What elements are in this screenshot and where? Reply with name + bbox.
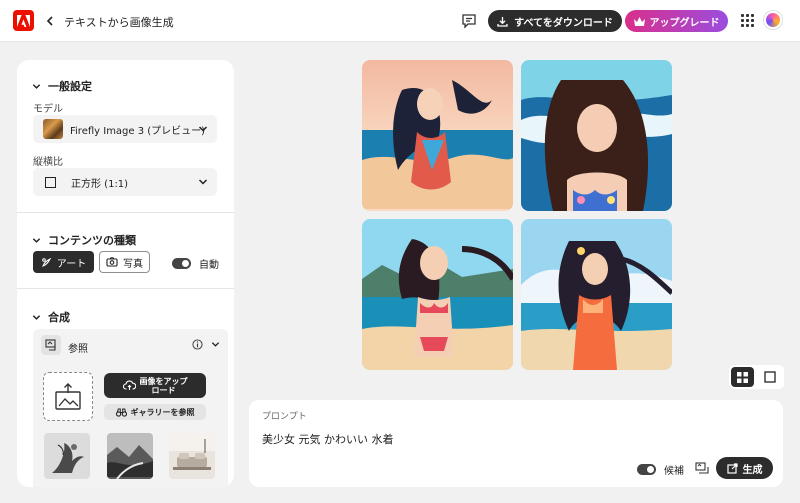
generate-icon — [726, 462, 738, 474]
upgrade-label: アップグレード — [649, 17, 720, 29]
candidates-toggle[interactable] — [637, 464, 656, 475]
auto-toggle[interactable] — [172, 258, 191, 269]
art-chip[interactable]: アート — [33, 251, 94, 273]
chevron-down-icon[interactable] — [211, 340, 220, 349]
adobe-logo-icon[interactable] — [13, 10, 34, 31]
divider — [17, 212, 234, 213]
upload-label-line-1: 画像をアップ — [139, 376, 188, 386]
cloud-upload-icon — [122, 380, 136, 390]
app-header: テキストから画像生成 すべてをダウンロード アップグレード — [0, 0, 800, 42]
auto-label: 自動 — [199, 260, 219, 271]
model-label: モデル — [33, 104, 63, 115]
download-label: すべてをダウンロード — [514, 17, 613, 29]
page-title: テキストから画像生成 — [64, 16, 174, 29]
info-icon[interactable] — [192, 339, 203, 350]
gallery-label: ギャラリーを参照 — [130, 407, 195, 417]
general-settings-header[interactable]: 一般設定 — [32, 78, 92, 94]
download-all-button[interactable]: すべてをダウンロード — [488, 10, 622, 32]
generated-image-4[interactable] — [521, 219, 672, 370]
crown-icon — [633, 16, 645, 26]
composition-title: 合成 — [48, 311, 70, 324]
content-type-header[interactable]: コンテンツの種類 — [32, 232, 136, 248]
model-thumbnail — [43, 119, 63, 139]
grid-view-icon — [737, 371, 748, 383]
compare-icon[interactable] — [695, 461, 709, 475]
square-icon — [45, 176, 56, 188]
content-type-title: コンテンツの種類 — [48, 234, 136, 247]
aspect-ratio-value: 正方形 (1:1) — [71, 178, 129, 190]
aspect-ratio-select[interactable]: 正方形 (1:1) — [33, 168, 217, 196]
art-brush-icon — [41, 257, 52, 267]
settings-panel: 一般設定 モデル Firefly Image 3 (プレビュー) 縦横比 正方形… — [17, 60, 234, 487]
chevron-down-icon — [32, 83, 41, 89]
chevron-down-icon — [32, 314, 41, 320]
upload-image-icon — [55, 382, 81, 410]
camera-icon — [106, 257, 118, 267]
chevron-down-icon — [198, 126, 208, 132]
upload-label-line-2: ロード — [151, 385, 176, 395]
auto-toggle-group: 自動 — [172, 256, 219, 271]
browse-gallery-button[interactable]: ギャラリーを参照 — [104, 404, 206, 420]
reference-icon — [41, 335, 61, 355]
upload-label: 画像をアップ ロード — [140, 377, 188, 395]
photo-chip[interactable]: 写真 — [99, 251, 150, 273]
generated-image-2[interactable] — [521, 60, 672, 211]
candidates-label: 候補 — [664, 466, 684, 477]
back-chevron-icon[interactable] — [43, 12, 57, 30]
upgrade-button[interactable]: アップグレード — [625, 10, 728, 32]
upload-image-button[interactable]: 画像をアップ ロード — [104, 373, 206, 398]
binoculars-icon — [115, 408, 127, 417]
download-icon — [497, 16, 508, 27]
single-view-icon — [763, 371, 776, 383]
reference-thumbnail[interactable] — [169, 433, 215, 479]
model-value: Firefly Image 3 (プレビュー) — [70, 125, 206, 137]
prompt-input[interactable]: 美少女 元気 かわいい 水着 — [262, 431, 394, 447]
art-label: アート — [56, 258, 87, 270]
avatar[interactable] — [764, 11, 782, 29]
composition-header[interactable]: 合成 — [32, 309, 70, 325]
view-switch — [729, 365, 784, 389]
apps-grid-icon[interactable] — [741, 14, 754, 27]
prompt-label: プロンプト — [262, 412, 307, 422]
prompt-card: プロンプト 美少女 元気 かわいい 水着 候補 生成 — [249, 400, 783, 487]
reference-label: 参照 — [68, 344, 88, 355]
feedback-icon[interactable] — [461, 13, 477, 29]
reference-thumbnail[interactable] — [44, 433, 90, 479]
reference-section: 参照 画像をアップ ロード ギャラリーを参照 — [33, 329, 228, 487]
photo-label: 写真 — [123, 258, 143, 270]
reference-thumbnail[interactable] — [107, 433, 153, 479]
divider — [17, 288, 234, 289]
chevron-down-icon — [198, 179, 208, 185]
single-view-button[interactable] — [758, 367, 781, 387]
generate-button[interactable]: 生成 — [716, 457, 773, 479]
chevron-down-icon — [32, 237, 41, 243]
generated-image-3[interactable] — [362, 219, 513, 370]
grid-view-button[interactable] — [731, 367, 754, 387]
generated-image-1[interactable] — [362, 60, 513, 211]
aspect-ratio-label: 縦横比 — [33, 157, 63, 168]
model-select[interactable]: Firefly Image 3 (プレビュー) — [33, 115, 217, 143]
generate-label: 生成 — [742, 464, 763, 476]
general-settings-title: 一般設定 — [48, 80, 92, 93]
candidates-toggle-group: 候補 — [637, 462, 684, 477]
reference-drop-zone[interactable] — [43, 372, 93, 421]
